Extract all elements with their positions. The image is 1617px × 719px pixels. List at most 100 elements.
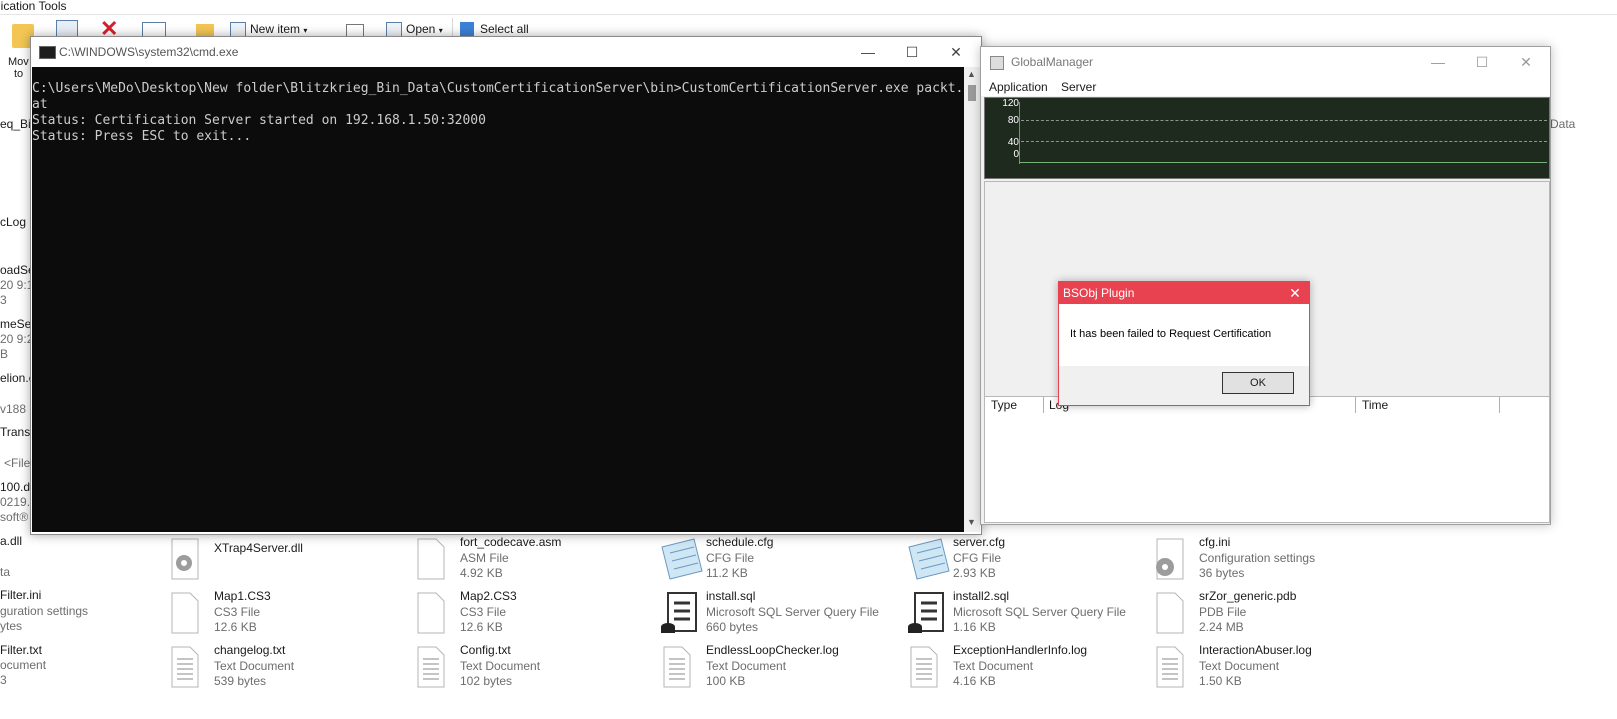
file-type: Text Document [460,659,541,673]
file-size: 36 bytes [1199,566,1245,580]
cmd-title: C:\WINDOWS\system32\cmd.exe [59,45,239,59]
scroll-down-icon[interactable]: ▼ [967,517,976,527]
close-icon[interactable]: ✕ [1281,282,1309,304]
file-name: changelog.txt [214,643,286,657]
file-item[interactable]: ExceptionHandlerInfo.log Text Document 4… [907,643,1147,693]
file-type: Text Document [953,659,1034,673]
file-type: ASM File [460,551,509,565]
fragment-text[interactable]: Trans. [0,425,34,439]
fragment-text[interactable]: Filter.ini [0,588,41,602]
gm-menubar: Application Server [981,77,1550,96]
file-size: 12.6 KB [460,620,503,634]
column-time[interactable]: Time [1362,398,1388,412]
file-name: InteractionAbuser.log [1199,643,1312,657]
ribbon-tab-application-tools[interactable]: lication Tools [0,0,66,13]
file-item[interactable]: fort_codecave.asm ASM File 4.92 KB [414,535,654,585]
sql-file-icon [660,591,697,635]
file-size: 1.50 KB [1199,674,1242,688]
file-type: Configuration settings [1199,551,1316,565]
file-item[interactable]: schedule.cfg CFG File 11.2 KB [660,535,900,585]
minimize-button[interactable]: — [845,37,891,67]
gm-titlebar[interactable]: GlobalManager — ☐ ✕ [981,47,1550,77]
fragment-text[interactable]: Filter.txt [0,643,42,657]
file-item[interactable]: server.cfg CFG File 2.93 KB [907,535,1147,585]
menu-application[interactable]: Application [989,80,1048,94]
file-item[interactable]: XTrap4Server.dll [168,535,408,585]
file-type: Text Document [1199,659,1280,673]
text-file-icon [1153,645,1187,689]
file-item[interactable]: Map2.CS3 CS3 File 12.6 KB [414,589,654,639]
maximize-button[interactable]: ☐ [1459,47,1505,77]
file-size: 1.16 KB [953,620,996,634]
file-type: Microsoft SQL Server Query File [953,605,1126,619]
dialog-title: BSObj Plugin [1063,286,1135,300]
close-button[interactable]: ✕ [1503,47,1549,77]
file-type: PDB File [1199,605,1247,619]
cmd-window[interactable]: C:\WINDOWS\system32\cmd.exe — ☐ ✕ C:\Use… [30,36,982,535]
fragment-text: ocument [0,658,47,672]
console-line: Status: Press ESC to exit... [32,129,252,144]
ok-button[interactable]: OK [1222,372,1294,394]
file-type: CFG File [706,551,754,565]
file-type: CS3 File [214,605,261,619]
fragment-text: 20 9:1 [0,278,34,292]
new-item-label: New item [250,22,301,36]
file-name: install2.sql [953,589,1010,603]
blank-file-icon [168,591,202,635]
chevron-down-icon: ▾ [438,26,443,35]
file-item[interactable]: install.sql Microsoft SQL Server Query F… [660,589,900,639]
fragment-text: <File [4,456,31,470]
ribbon-tab-bar: lication Tools [0,0,1617,15]
fragment-text: 3 [0,293,7,307]
close-button[interactable]: ✕ [933,37,979,67]
file-name: server.cfg [953,535,1006,549]
log-table-body[interactable] [984,413,1550,523]
file-type: Microsoft SQL Server Query File [706,605,879,619]
right-column-fragment: Data [1550,117,1576,131]
file-item[interactable]: InteractionAbuser.log Text Document 1.50… [1153,643,1393,693]
file-size: 100 KB [706,674,746,688]
text-file-icon [660,645,694,689]
minimize-button[interactable]: — [1415,47,1461,77]
move-to-label: Mov [8,56,29,68]
select-all-label: Select all [480,22,529,36]
file-name: XTrap4Server.dll [214,541,303,555]
file-name: cfg.ini [1199,535,1231,549]
cmd-titlebar[interactable]: C:\WINDOWS\system32\cmd.exe — ☐ ✕ [31,37,981,67]
blank-file-icon [414,591,448,635]
file-name: Map2.CS3 [460,589,517,603]
column-divider [1355,397,1356,413]
select-all-icon [460,22,474,36]
ribbon-divider [452,18,453,36]
graph-y-axis [1019,102,1020,164]
error-dialog[interactable]: BSObj Plugin ✕ It has been failed to Req… [1058,281,1310,406]
file-type: Text Document [706,659,787,673]
file-item[interactable]: cfg.ini Configuration settings 36 bytes [1153,535,1393,585]
column-type[interactable]: Type [991,398,1017,412]
dialog-titlebar[interactable]: BSObj Plugin ✕ [1059,282,1309,304]
notepad-icon [907,537,950,581]
console-output[interactable]: C:\Users\MeDo\Desktop\New folder\Blitzkr… [32,67,964,532]
file-item[interactable]: EndlessLoopChecker.log Text Document 100… [660,643,900,693]
file-item[interactable]: Config.txt Text Document 102 bytes [414,643,654,693]
fragment-text: ta [0,565,11,579]
text-file-icon [907,645,941,689]
file-item[interactable]: changelog.txt Text Document 539 bytes [168,643,408,693]
file-item[interactable]: Map1.CS3 CS3 File 12.6 KB [168,589,408,639]
file-item[interactable]: srZor_generic.pdb PDB File 2.24 MB [1153,589,1393,639]
fragment-text[interactable]: cLog [0,215,26,229]
scroll-thumb[interactable] [968,85,976,101]
file-size: 11.2 KB [706,566,748,580]
graph-tick-label: 120 [1002,98,1019,109]
file-item[interactable]: install2.sql Microsoft SQL Server Query … [907,589,1147,639]
scroll-up-icon[interactable]: ▲ [967,69,976,79]
graph-tick-label: 80 [1007,115,1019,126]
file-name: srZor_generic.pdb [1199,589,1297,603]
menu-server[interactable]: Server [1061,80,1096,94]
load-graph: 120 80 40 0 [984,97,1550,179]
file-size: 660 bytes [706,620,759,634]
fragment-text[interactable]: a.dll [0,534,22,548]
maximize-button[interactable]: ☐ [889,37,935,67]
dll-gear-icon [168,537,202,581]
console-scrollbar[interactable]: ▲ ▼ [964,67,980,532]
